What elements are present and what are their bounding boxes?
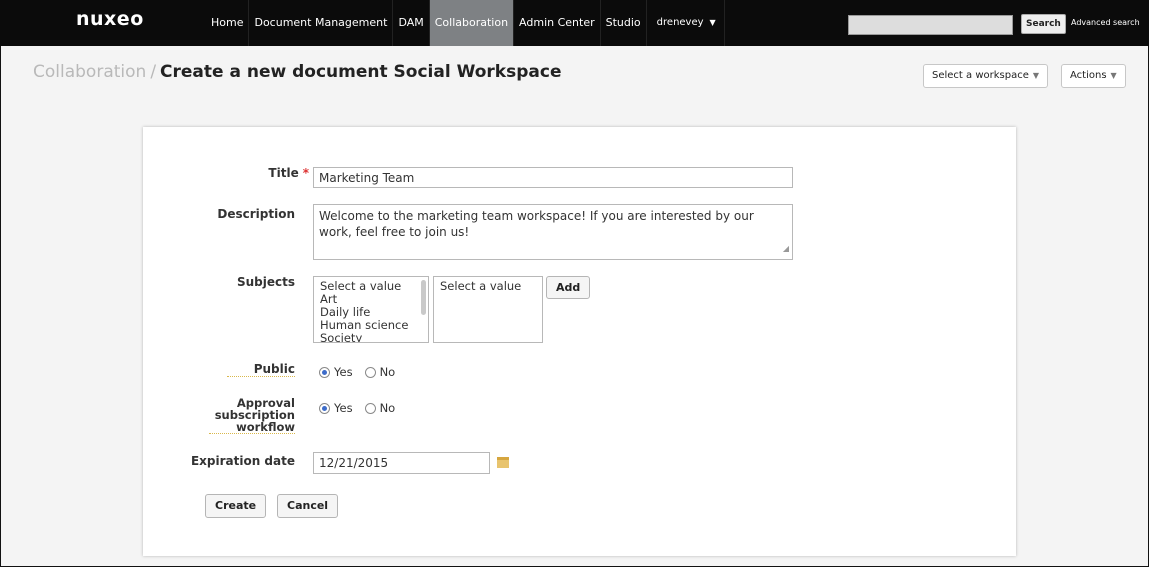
expiration-date-label: Expiration date bbox=[190, 454, 295, 468]
create-button[interactable]: Create bbox=[205, 494, 267, 518]
approval-no-option[interactable]: No bbox=[364, 401, 396, 415]
nav-studio[interactable]: Studio bbox=[601, 0, 647, 46]
list-item[interactable]: Select a value bbox=[440, 280, 536, 293]
nav-collaboration[interactable]: Collaboration bbox=[429, 0, 515, 46]
nuxeo-logo[interactable]: nuxeo bbox=[76, 8, 144, 30]
calendar-icon[interactable] bbox=[497, 457, 509, 468]
search-button[interactable]: Search bbox=[1021, 14, 1066, 34]
cancel-button[interactable]: Cancel bbox=[277, 494, 339, 518]
title-label-text: Title bbox=[268, 166, 299, 180]
breadcrumb: Collaboration / Create a new document Soci… bbox=[33, 62, 561, 82]
page-title: Create a new document Social Workspace bbox=[160, 62, 562, 82]
subjects-label: Subjects bbox=[236, 275, 295, 289]
actions-label: Actions bbox=[1070, 70, 1107, 81]
approval-radio-group: Yes No bbox=[319, 401, 407, 415]
radio-unchecked-icon[interactable] bbox=[364, 402, 376, 414]
public-label: Public bbox=[227, 362, 295, 377]
breadcrumb-separator: / bbox=[150, 62, 157, 82]
user-name: drenevey bbox=[656, 17, 704, 28]
title-field[interactable]: Marketing Team bbox=[313, 167, 793, 188]
approval-workflow-label: Approval subscription workflow bbox=[209, 397, 295, 434]
scrollbar[interactable] bbox=[421, 280, 426, 315]
no-label: No bbox=[379, 365, 396, 379]
chevron-down-icon: ▼ bbox=[1110, 71, 1117, 80]
chevron-down-icon: ▼ bbox=[709, 18, 716, 27]
subjects-options-list[interactable]: Select a value Art Daily life Human scie… bbox=[313, 276, 429, 343]
nav-admin-center[interactable]: Admin Center bbox=[514, 0, 601, 46]
required-marker: * bbox=[302, 166, 309, 180]
approval-label-line: workflow bbox=[236, 420, 295, 434]
expiration-date-field[interactable]: 12/21/2015 bbox=[313, 452, 490, 474]
radio-checked-icon[interactable] bbox=[319, 366, 330, 378]
public-yes-option[interactable]: Yes bbox=[319, 365, 353, 379]
nav-document-management[interactable]: Document Management bbox=[249, 0, 394, 46]
title-label: Title * bbox=[243, 166, 309, 180]
add-button[interactable]: Add bbox=[546, 276, 591, 299]
no-label: No bbox=[379, 401, 396, 415]
nav-dam[interactable]: DAM bbox=[393, 0, 430, 46]
select-workspace-button[interactable]: Select a workspace ▼ bbox=[923, 64, 1049, 88]
radio-unchecked-icon[interactable] bbox=[364, 366, 376, 378]
advanced-search-link[interactable]: Advanced search bbox=[1071, 18, 1140, 27]
description-label: Description bbox=[217, 207, 295, 221]
search-input[interactable] bbox=[848, 15, 1013, 35]
select-workspace-label: Select a workspace bbox=[932, 70, 1029, 81]
description-field[interactable]: Welcome to the marketing team workspace!… bbox=[313, 204, 793, 260]
public-radio-group: Yes No bbox=[319, 365, 407, 379]
public-no-option[interactable]: No bbox=[364, 365, 396, 379]
top-navigation-bar: nuxeo Home Document Management DAM Colla… bbox=[0, 0, 1149, 46]
description-text: Welcome to the marketing team workspace!… bbox=[319, 209, 754, 239]
subjects-selected-list[interactable]: Select a value bbox=[433, 276, 543, 343]
user-menu[interactable]: drenevey ▼ bbox=[647, 0, 725, 46]
chevron-down-icon: ▼ bbox=[1032, 71, 1040, 80]
yes-label: Yes bbox=[334, 401, 353, 415]
actions-button[interactable]: Actions ▼ bbox=[1061, 64, 1126, 88]
nav-home[interactable]: Home bbox=[206, 0, 250, 46]
breadcrumb-collaboration[interactable]: Collaboration bbox=[33, 62, 146, 82]
yes-label: Yes bbox=[334, 365, 353, 379]
main-nav: Home Document Management DAM Collaborati… bbox=[206, 0, 725, 46]
list-item[interactable]: Society bbox=[320, 332, 422, 343]
approval-yes-option[interactable]: Yes bbox=[319, 401, 353, 415]
resize-handle-icon[interactable]: ◢ bbox=[783, 241, 789, 257]
radio-checked-icon[interactable] bbox=[319, 402, 330, 414]
form-panel: Title * Marketing Team Description Welcom… bbox=[143, 127, 1016, 556]
